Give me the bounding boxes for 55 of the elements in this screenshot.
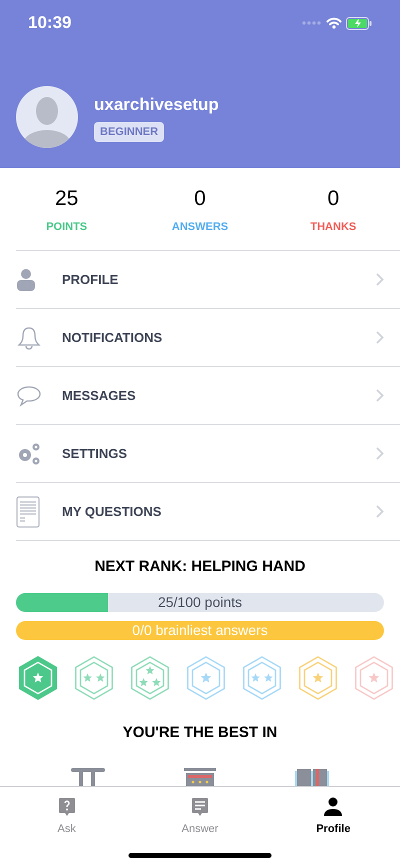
star-icon [368, 672, 380, 682]
username: uxarchivesetup [94, 94, 219, 116]
brainliest-text: 0/0 brainliest answers [132, 620, 268, 640]
speech-bubble-icon [16, 384, 42, 408]
menu-label: NOTIFICATIONS [62, 328, 164, 347]
document-icon [16, 496, 40, 528]
bell-icon [16, 324, 42, 350]
star-icon [146, 666, 154, 674]
stat-label: POINTS [46, 220, 88, 234]
menu-label: PROFILE [62, 270, 120, 289]
star-icon [264, 672, 273, 682]
gears-icon [16, 440, 42, 466]
chevron-icon [376, 331, 384, 344]
person-icon [16, 268, 36, 292]
avatar-icon [16, 86, 78, 148]
star-icon [200, 672, 212, 682]
star-icon [96, 672, 105, 682]
menu-label: MESSAGES [62, 386, 137, 405]
menu-label: SETTINGS [62, 444, 128, 463]
menu-item[interactable]: PROFILE [16, 251, 400, 309]
star-icon [32, 672, 44, 682]
points-progress-text: 25/100 points [156, 592, 244, 612]
star-icon [251, 672, 260, 682]
stat-value: 0 [327, 186, 340, 212]
menu-label: MY QUESTIONS [62, 502, 162, 521]
chevron-icon [376, 505, 384, 518]
person-icon [323, 797, 344, 817]
best-in-title: YOU'RE THE BEST IN [122, 722, 278, 742]
status-time: 10:39 [28, 12, 72, 34]
star-icon [139, 678, 148, 686]
star-icon [152, 678, 161, 686]
tab-bar-item[interactable]: Profile [266, 787, 400, 842]
battery-icon [346, 16, 372, 30]
rank-tag: BEGINNER [94, 122, 164, 142]
star-icon [312, 672, 324, 682]
signal-icon [302, 21, 322, 25]
next-rank-title: NEXT RANK: HELPING HAND [94, 557, 306, 577]
wifi-icon [326, 17, 342, 29]
star-icon [83, 672, 92, 682]
chevron-icon [376, 273, 384, 286]
stat-label: THANKS [310, 220, 356, 234]
menu-item[interactable]: MESSAGES [16, 367, 400, 425]
note-bubble-icon [190, 797, 209, 817]
stat-value: 0 [194, 186, 206, 212]
menu-item[interactable]: MY QUESTIONS [16, 483, 400, 541]
menu-item[interactable]: NOTIFICATIONS [16, 309, 400, 367]
pillar-icon [71, 768, 106, 786]
menu-item[interactable]: SETTINGS [16, 425, 400, 483]
chevron-icon [376, 389, 384, 402]
stat-label: ANSWERS [172, 220, 228, 234]
book-icon [294, 768, 329, 786]
question-bubble-icon [58, 797, 76, 817]
chevron-icon [376, 447, 384, 460]
stat-value: 25 [54, 186, 78, 212]
shop-icon [184, 768, 216, 786]
